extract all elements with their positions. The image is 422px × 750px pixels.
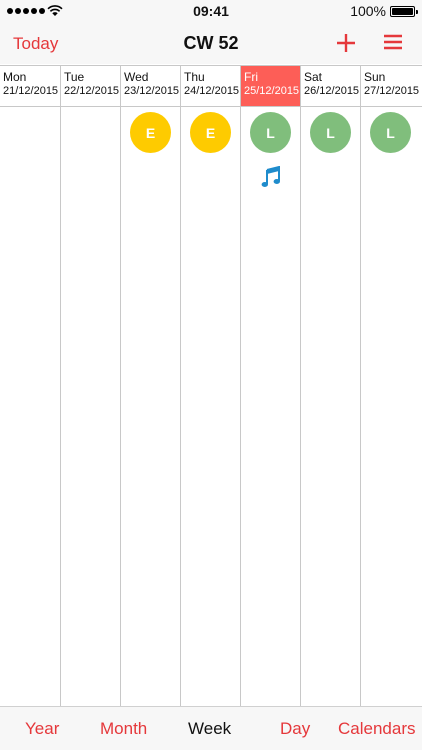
navigation-bar: Today CW 52 bbox=[0, 22, 422, 64]
day-name: Mon bbox=[3, 70, 27, 84]
menu-icon[interactable] bbox=[384, 34, 402, 50]
day-column-sun[interactable]: Sun 27/12/2015 L bbox=[360, 66, 422, 707]
add-icon[interactable] bbox=[336, 33, 356, 53]
day-name: Thu bbox=[184, 70, 205, 84]
day-column-mon[interactable]: Mon 21/12/2015 bbox=[0, 66, 60, 707]
day-header-sat[interactable]: Sat 26/12/2015 bbox=[301, 66, 360, 107]
tab-week[interactable]: Week bbox=[188, 719, 231, 739]
day-date: 26/12/2015 bbox=[304, 85, 360, 97]
shift-badge-late[interactable]: L bbox=[370, 112, 411, 153]
shift-badge-late[interactable]: L bbox=[310, 112, 351, 153]
tab-calendars[interactable]: Calendars bbox=[338, 719, 416, 739]
shift-badge-early[interactable]: E bbox=[130, 112, 171, 153]
day-name: Sun bbox=[364, 70, 386, 84]
battery-percentage: 100% bbox=[350, 3, 386, 19]
battery-icon bbox=[390, 6, 418, 17]
day-column-fri[interactable]: Fri 25/12/2015 L bbox=[240, 66, 300, 707]
day-name: Tue bbox=[64, 70, 85, 84]
day-date: 27/12/2015 bbox=[364, 85, 420, 97]
page-title: CW 52 bbox=[183, 33, 239, 53]
day-header-thu[interactable]: Thu 24/12/2015 bbox=[181, 66, 240, 107]
day-date: 21/12/2015 bbox=[3, 85, 59, 97]
day-header-fri-today[interactable]: Fri 25/12/2015 bbox=[241, 66, 300, 107]
tab-day[interactable]: Day bbox=[280, 719, 310, 739]
shift-badge-early[interactable]: E bbox=[190, 112, 231, 153]
day-column-tue[interactable]: Tue 22/12/2015 bbox=[60, 66, 120, 707]
music-note-icon[interactable] bbox=[261, 166, 281, 188]
day-column-thu[interactable]: Thu 24/12/2015 E bbox=[180, 66, 240, 707]
day-date: 25/12/2015 bbox=[244, 85, 300, 97]
tab-month[interactable]: Month bbox=[100, 719, 147, 739]
day-column-sat[interactable]: Sat 26/12/2015 L bbox=[300, 66, 360, 707]
tab-bar: Year Month Week Day Calendars bbox=[0, 706, 422, 750]
day-header-sun[interactable]: Sun 27/12/2015 bbox=[361, 66, 422, 107]
shift-badge-late[interactable]: L bbox=[250, 112, 291, 153]
day-name: Fri bbox=[244, 70, 258, 84]
day-column-wed[interactable]: Wed 23/12/2015 E bbox=[120, 66, 180, 707]
week-grid: Mon 21/12/2015 Tue 22/12/2015 Wed 23/12/… bbox=[0, 65, 422, 707]
day-date: 23/12/2015 bbox=[124, 85, 180, 97]
day-date: 22/12/2015 bbox=[64, 85, 120, 97]
day-date: 24/12/2015 bbox=[184, 85, 240, 97]
day-header-tue[interactable]: Tue 22/12/2015 bbox=[61, 66, 120, 107]
day-name: Sat bbox=[304, 70, 323, 84]
status-bar: 09:41 100% bbox=[0, 0, 422, 22]
tab-year[interactable]: Year bbox=[25, 719, 59, 739]
day-header-wed[interactable]: Wed 23/12/2015 bbox=[121, 66, 180, 107]
day-name: Wed bbox=[124, 70, 149, 84]
day-header-mon[interactable]: Mon 21/12/2015 bbox=[0, 66, 60, 107]
